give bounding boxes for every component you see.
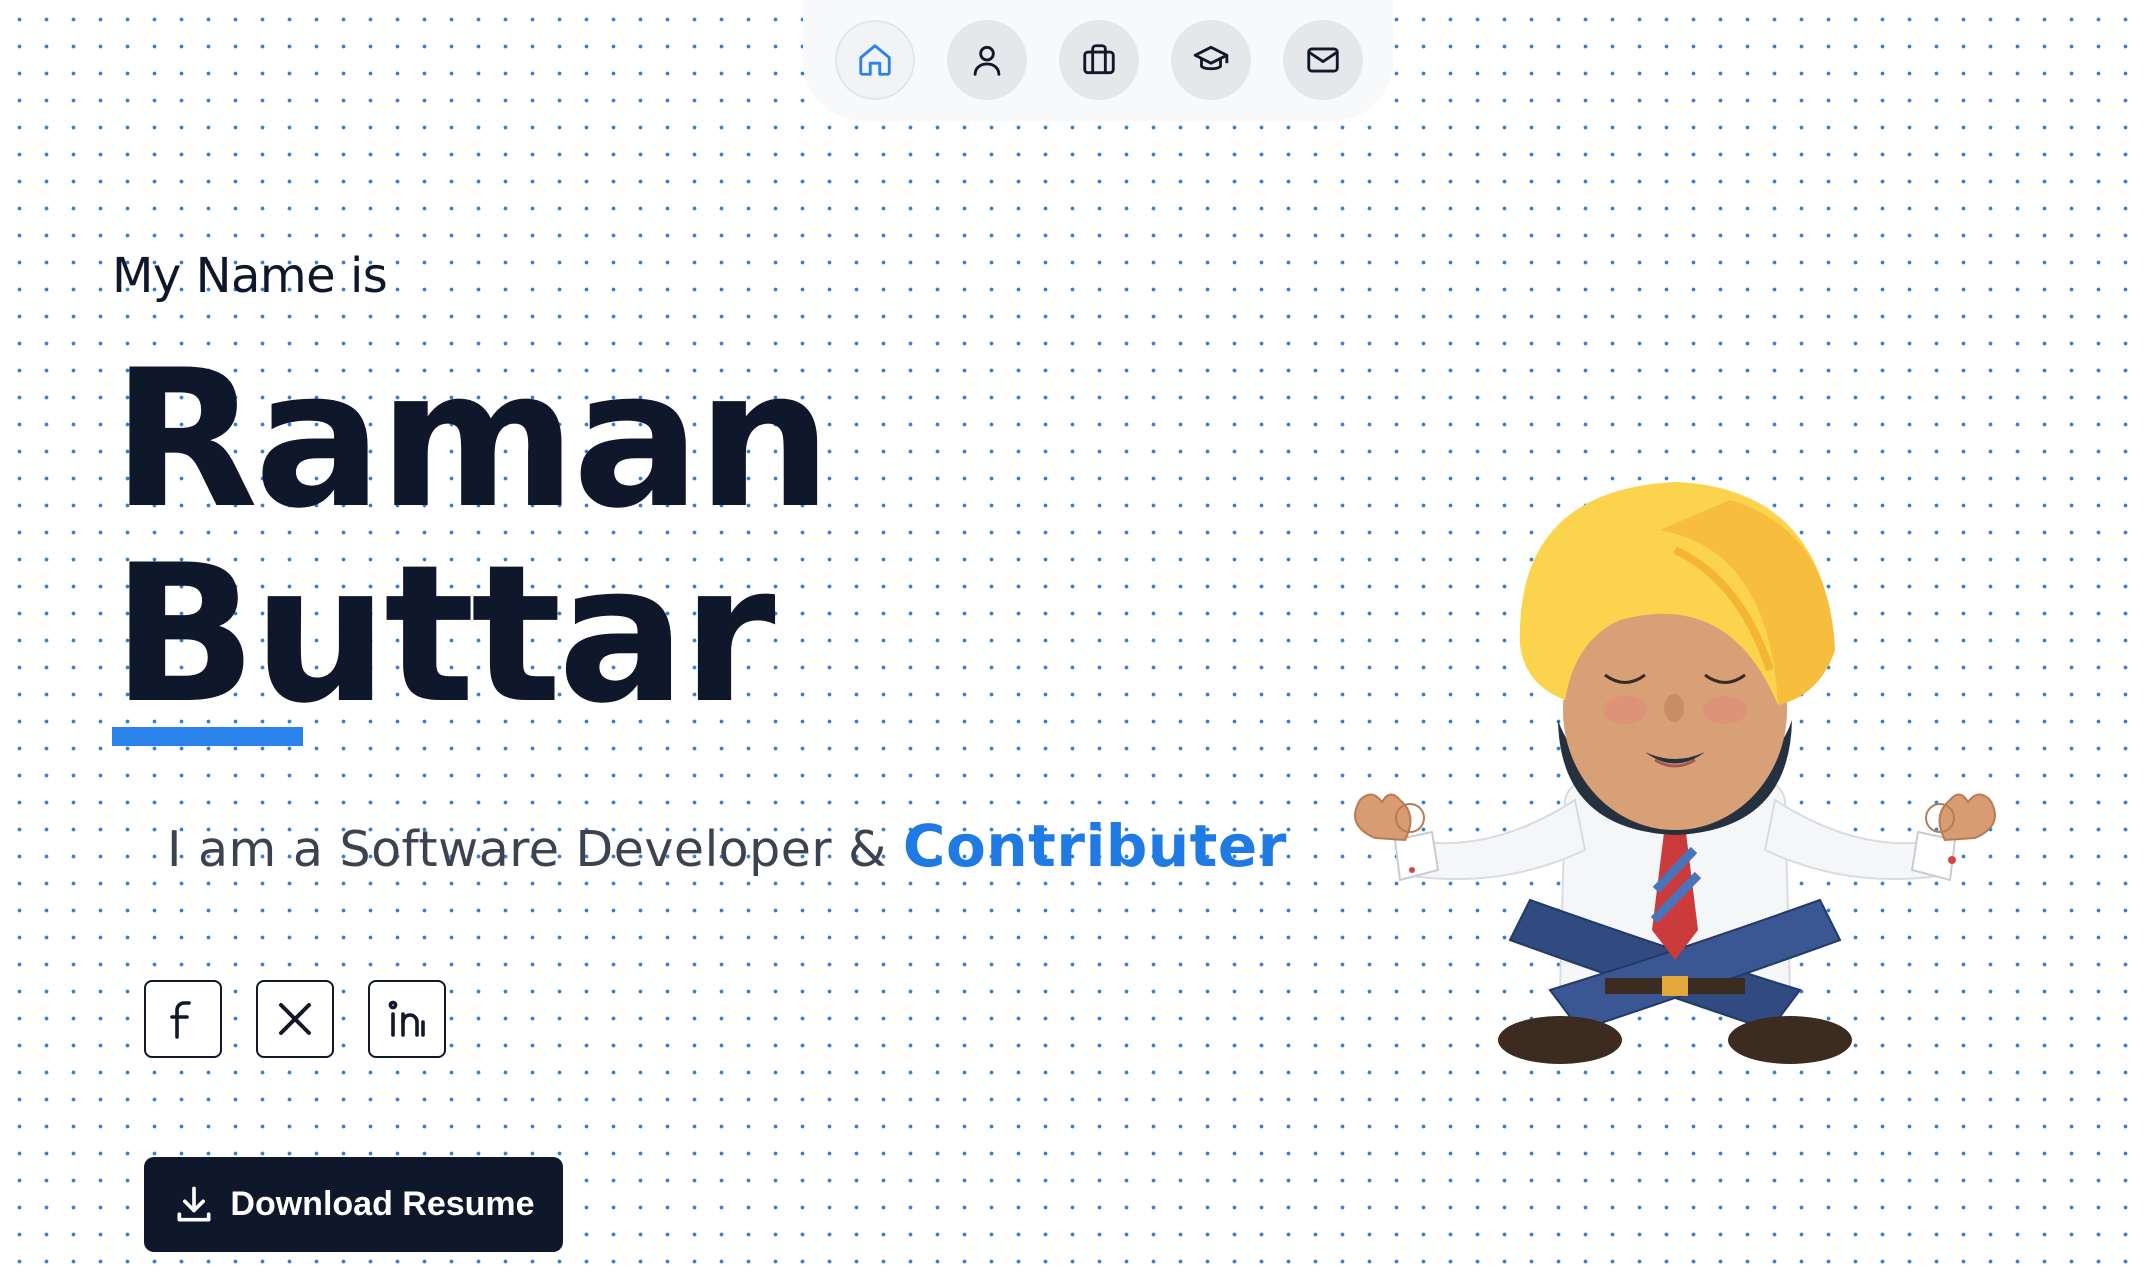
download-resume-label: Download Resume — [230, 1185, 535, 1223]
nav-experience-button[interactable] — [1059, 20, 1139, 100]
top-nav — [803, 0, 1393, 121]
nav-home-button[interactable] — [835, 20, 915, 100]
briefcase-icon — [1083, 44, 1115, 75]
home-icon — [859, 44, 891, 76]
linkedin-icon — [388, 1000, 425, 1037]
tagline-highlight: Contributer — [902, 812, 1287, 880]
intro-text: My Name is — [112, 248, 388, 304]
tagline-prefix: I am a Software Developer & — [167, 821, 903, 878]
user-icon — [973, 45, 1001, 76]
x-link[interactable] — [256, 980, 334, 1058]
linkedin-link[interactable] — [368, 980, 446, 1058]
nav-about-button[interactable] — [947, 20, 1027, 100]
first-name: Raman — [112, 329, 832, 550]
nav-contact-button[interactable] — [1283, 20, 1363, 100]
name-underline — [112, 727, 303, 746]
facebook-icon — [170, 1001, 191, 1039]
last-name: Buttar — [112, 524, 776, 745]
download-icon — [177, 1186, 211, 1221]
graduation-cap-icon — [1193, 45, 1229, 71]
meditating-avatar-illustration — [1354, 482, 1996, 1064]
x-icon — [279, 1003, 311, 1035]
download-resume-button[interactable]: Download Resume — [144, 1157, 563, 1252]
facebook-link[interactable] — [144, 980, 222, 1058]
nav-education-button[interactable] — [1171, 20, 1251, 100]
tagline: I am a Software Developer & Contributer — [167, 812, 1287, 880]
mail-icon — [1307, 47, 1339, 73]
